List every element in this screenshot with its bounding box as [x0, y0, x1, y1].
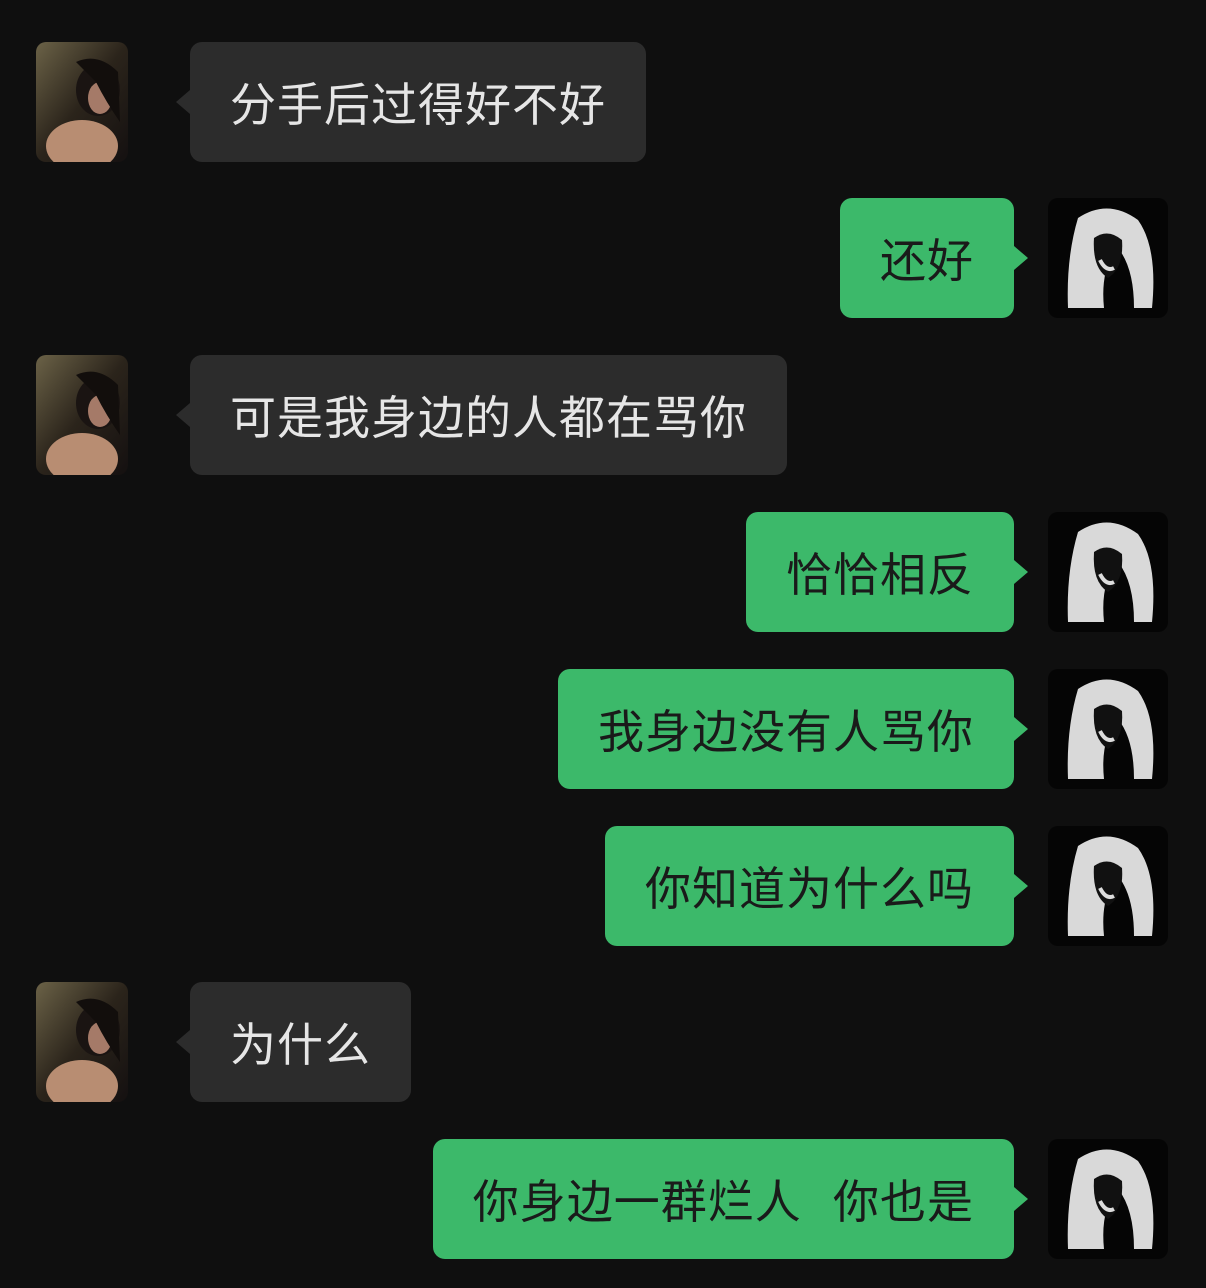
my-avatar[interactable]	[1048, 1139, 1168, 1259]
bubble-tail	[1014, 717, 1028, 741]
bubble-tail	[1014, 1187, 1028, 1211]
message-bubble-incoming[interactable]: 分手后过得好不好	[176, 42, 646, 162]
message-text: 为什么	[230, 1018, 371, 1072]
contact-avatar[interactable]	[36, 355, 128, 475]
bubble-tail	[176, 90, 190, 114]
message-bubble-incoming[interactable]: 为什么	[176, 982, 411, 1102]
message-bubble-outgoing[interactable]: 你身边一群烂人 你也是	[432, 1139, 1028, 1259]
my-avatar[interactable]	[1048, 826, 1168, 946]
message-text: 还好	[880, 234, 974, 288]
message-text: 你知道为什么吗	[645, 862, 974, 916]
message-text: 分手后过得好不好	[230, 78, 606, 132]
message-text: 我身边没有人骂你	[598, 705, 974, 759]
bubble-tail	[1014, 874, 1028, 898]
my-avatar[interactable]	[1048, 198, 1168, 318]
contact-avatar-photo	[36, 42, 128, 162]
contact-avatar[interactable]	[36, 42, 128, 162]
message-text: 恰恰相反	[786, 548, 974, 602]
my-avatar-photo	[1048, 198, 1168, 318]
message-bubble-incoming[interactable]: 可是我身边的人都在骂你	[176, 355, 787, 475]
my-avatar-photo	[1048, 1139, 1168, 1259]
message-bubble-outgoing[interactable]: 恰恰相反	[746, 512, 1028, 632]
message-bubble-outgoing[interactable]: 还好	[840, 198, 1028, 318]
contact-avatar-photo	[36, 982, 128, 1102]
contact-avatar-photo	[36, 355, 128, 475]
my-avatar[interactable]	[1048, 512, 1168, 632]
my-avatar-photo	[1048, 669, 1168, 789]
message-text: 你身边一群烂人 你也是	[472, 1175, 974, 1229]
bubble-tail	[176, 403, 190, 427]
bubble-tail	[1014, 560, 1028, 584]
chat-transcript: 分手后过得好不好 还好 可是我身边的人都在骂你 恰恰相反 我身边没有人骂你 你知…	[0, 0, 1206, 1288]
contact-avatar[interactable]	[36, 982, 128, 1102]
my-avatar-photo	[1048, 826, 1168, 946]
message-bubble-outgoing[interactable]: 你知道为什么吗	[605, 826, 1028, 946]
my-avatar[interactable]	[1048, 669, 1168, 789]
message-text: 可是我身边的人都在骂你	[230, 391, 747, 445]
message-bubble-outgoing[interactable]: 我身边没有人骂你	[558, 669, 1028, 789]
bubble-tail	[176, 1030, 190, 1054]
my-avatar-photo	[1048, 512, 1168, 632]
bubble-tail	[1014, 246, 1028, 270]
